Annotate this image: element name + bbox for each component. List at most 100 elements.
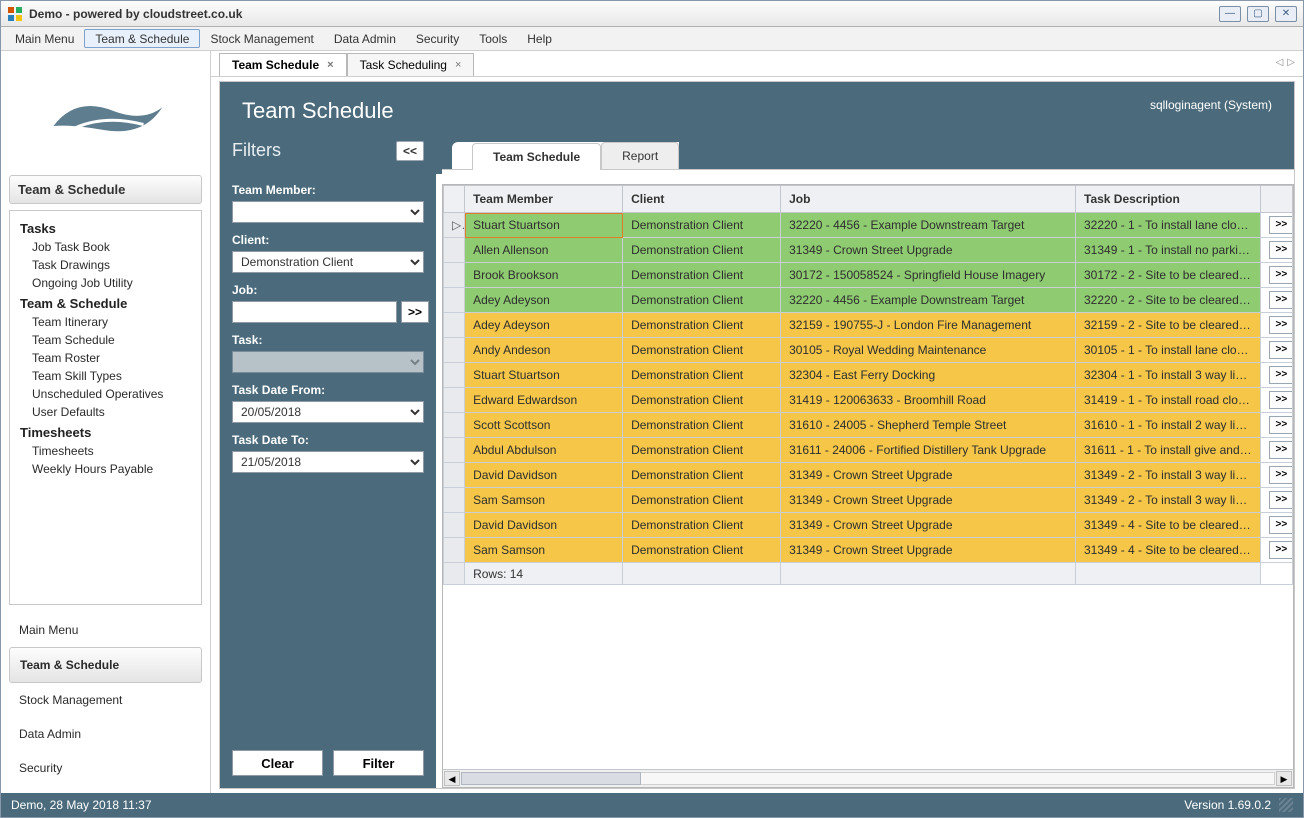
table-row[interactable]: Stuart StuartsonDemonstration Client3230… bbox=[444, 363, 1293, 388]
table-row[interactable]: David DavidsonDemonstration Client31349 … bbox=[444, 513, 1293, 538]
collapse-filters-button[interactable]: << bbox=[396, 141, 424, 161]
row-handle[interactable] bbox=[444, 363, 465, 388]
table-row[interactable]: Abdul AbdulsonDemonstration Client31611 … bbox=[444, 438, 1293, 463]
nav-item-weekly-hours-payable[interactable]: Weekly Hours Payable bbox=[20, 460, 197, 478]
row-handle[interactable] bbox=[444, 438, 465, 463]
menu-stock-management[interactable]: Stock Management bbox=[200, 27, 323, 50]
table-row[interactable]: Sam SamsonDemonstration Client31349 - Cr… bbox=[444, 488, 1293, 513]
cell-job: 31419 - 120063633 - Broomhill Road bbox=[781, 388, 1076, 413]
row-open-button[interactable]: >> bbox=[1269, 491, 1292, 509]
table-row[interactable]: David DavidsonDemonstration Client31349 … bbox=[444, 463, 1293, 488]
inner-tab-report[interactable]: Report bbox=[601, 142, 679, 169]
row-open-button[interactable]: >> bbox=[1269, 341, 1292, 359]
job-lookup-button[interactable]: >> bbox=[401, 301, 429, 323]
row-open-button[interactable]: >> bbox=[1269, 391, 1292, 409]
nav-group-timesheets: Timesheets bbox=[20, 425, 197, 440]
nav-stack-stock-management[interactable]: Stock Management bbox=[9, 683, 202, 717]
date-from-input[interactable]: 20/05/2018 bbox=[232, 401, 424, 423]
menu-tools[interactable]: Tools bbox=[469, 27, 517, 50]
close-button[interactable]: ✕ bbox=[1275, 6, 1297, 22]
minimize-button[interactable]: — bbox=[1219, 6, 1241, 22]
row-handle[interactable] bbox=[444, 263, 465, 288]
row-handle[interactable] bbox=[444, 538, 465, 563]
nav-item-user-defaults[interactable]: User Defaults bbox=[20, 403, 197, 421]
row-open-button[interactable]: >> bbox=[1269, 366, 1292, 384]
table-row[interactable]: Edward EdwardsonDemonstration Client3141… bbox=[444, 388, 1293, 413]
table-row[interactable]: Adey AdeysonDemonstration Client32220 - … bbox=[444, 288, 1293, 313]
table-row[interactable]: ▷Stuart StuartsonDemonstration Client322… bbox=[444, 213, 1293, 238]
maximize-button[interactable]: ▢ bbox=[1247, 6, 1269, 22]
tab-next-icon[interactable]: ▷ bbox=[1287, 57, 1295, 68]
row-open-button[interactable]: >> bbox=[1269, 541, 1292, 559]
col-task-description[interactable]: Task Description bbox=[1076, 186, 1261, 213]
nav-item-task-drawings[interactable]: Task Drawings bbox=[20, 256, 197, 274]
menu-security[interactable]: Security bbox=[406, 27, 469, 50]
cell-client: Demonstration Client bbox=[623, 438, 781, 463]
nav-stack-security[interactable]: Security bbox=[9, 751, 202, 785]
table-row[interactable]: Sam SamsonDemonstration Client31349 - Cr… bbox=[444, 538, 1293, 563]
menu-data-admin[interactable]: Data Admin bbox=[324, 27, 406, 50]
grid-horizontal-scrollbar[interactable]: ◀ ▶ bbox=[443, 769, 1293, 787]
client-select[interactable]: Demonstration Client bbox=[232, 251, 424, 273]
row-handle[interactable] bbox=[444, 238, 465, 263]
inner-tab-team-schedule[interactable]: Team Schedule bbox=[472, 143, 601, 170]
row-handle[interactable] bbox=[444, 488, 465, 513]
close-tab-icon[interactable]: × bbox=[327, 59, 333, 71]
nav-stack-data-admin[interactable]: Data Admin bbox=[9, 717, 202, 751]
nav-item-team-itinerary[interactable]: Team Itinerary bbox=[20, 313, 197, 331]
team-member-select[interactable] bbox=[232, 201, 424, 223]
row-handle[interactable] bbox=[444, 513, 465, 538]
menu-help[interactable]: Help bbox=[517, 27, 562, 50]
table-row[interactable]: Allen AllensonDemonstration Client31349 … bbox=[444, 238, 1293, 263]
row-open-button[interactable]: >> bbox=[1269, 216, 1292, 234]
menu-team-schedule[interactable]: Team & Schedule bbox=[84, 29, 200, 48]
job-input[interactable] bbox=[232, 301, 397, 323]
row-handle[interactable] bbox=[444, 413, 465, 438]
row-open-button[interactable]: >> bbox=[1269, 291, 1292, 309]
scroll-right-icon[interactable]: ▶ bbox=[1276, 771, 1292, 786]
menu-main-menu[interactable]: Main Menu bbox=[5, 27, 84, 50]
scroll-left-icon[interactable]: ◀ bbox=[444, 771, 460, 786]
row-open-button[interactable]: >> bbox=[1269, 441, 1292, 459]
row-open-button[interactable]: >> bbox=[1269, 416, 1292, 434]
tab-prev-icon[interactable]: ◁ bbox=[1276, 57, 1284, 68]
row-handle[interactable] bbox=[444, 313, 465, 338]
date-to-input[interactable]: 21/05/2018 bbox=[232, 451, 424, 473]
doc-tab-team-schedule[interactable]: Team Schedule× bbox=[219, 53, 347, 76]
row-open-button[interactable]: >> bbox=[1269, 516, 1292, 534]
nav-item-job-task-book[interactable]: Job Task Book bbox=[20, 238, 197, 256]
filter-button[interactable]: Filter bbox=[333, 750, 424, 776]
doc-tab-task-scheduling[interactable]: Task Scheduling× bbox=[347, 53, 475, 76]
row-open-button[interactable]: >> bbox=[1269, 316, 1292, 334]
nav-stack-team-schedule[interactable]: Team & Schedule bbox=[9, 647, 202, 683]
row-handle[interactable]: ▷ bbox=[444, 213, 465, 238]
col-job[interactable]: Job bbox=[781, 186, 1076, 213]
nav-item-team-schedule[interactable]: Team Schedule bbox=[20, 331, 197, 349]
close-tab-icon[interactable]: × bbox=[455, 59, 461, 71]
row-open-button[interactable]: >> bbox=[1269, 466, 1292, 484]
scroll-thumb[interactable] bbox=[461, 772, 641, 785]
nav-item-timesheets[interactable]: Timesheets bbox=[20, 442, 197, 460]
clear-button[interactable]: Clear bbox=[232, 750, 323, 776]
col-client[interactable]: Client bbox=[623, 186, 781, 213]
nav-item-ongoing-job-utility[interactable]: Ongoing Job Utility bbox=[20, 274, 197, 292]
row-action-cell: >> bbox=[1261, 263, 1293, 288]
table-row[interactable]: Scott ScottsonDemonstration Client31610 … bbox=[444, 413, 1293, 438]
resize-grip-icon[interactable] bbox=[1279, 798, 1293, 812]
table-row[interactable]: Andy AndesonDemonstration Client30105 - … bbox=[444, 338, 1293, 363]
nav-stack-main-menu[interactable]: Main Menu bbox=[9, 613, 202, 647]
row-handle[interactable] bbox=[444, 388, 465, 413]
row-open-button[interactable]: >> bbox=[1269, 241, 1292, 259]
statusbar: Demo, 28 May 2018 11:37 Version 1.69.0.2 bbox=[1, 793, 1303, 817]
nav-item-team-skill-types[interactable]: Team Skill Types bbox=[20, 367, 197, 385]
row-open-button[interactable]: >> bbox=[1269, 266, 1292, 284]
nav-item-team-roster[interactable]: Team Roster bbox=[20, 349, 197, 367]
table-row[interactable]: Brook BrooksonDemonstration Client30172 … bbox=[444, 263, 1293, 288]
col-team-member[interactable]: Team Member bbox=[465, 186, 623, 213]
table-row[interactable]: Adey AdeysonDemonstration Client32159 - … bbox=[444, 313, 1293, 338]
nav-item-unscheduled-operatives[interactable]: Unscheduled Operatives bbox=[20, 385, 197, 403]
cell-team: Sam Samson bbox=[465, 538, 623, 563]
row-handle[interactable] bbox=[444, 338, 465, 363]
row-handle[interactable] bbox=[444, 463, 465, 488]
row-handle[interactable] bbox=[444, 288, 465, 313]
